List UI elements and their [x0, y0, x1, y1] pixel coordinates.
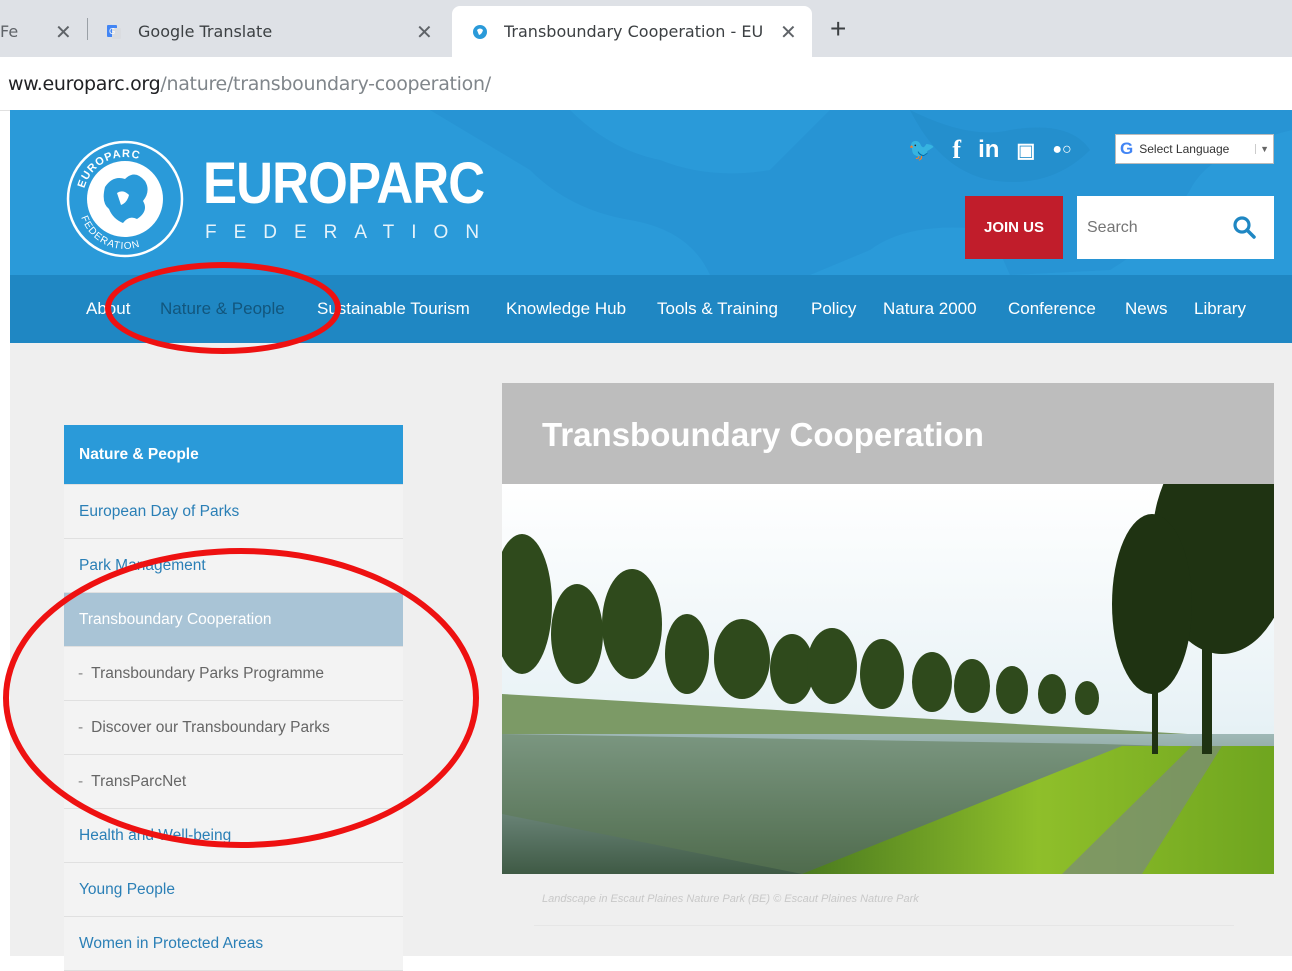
- content-area: Nature & People European Day of Parks Pa…: [10, 343, 1292, 971]
- sidebar-subitem-discover-transboundary-parks[interactable]: - Discover our Transboundary Parks: [64, 701, 403, 755]
- twitter-icon[interactable]: 🐦: [908, 137, 935, 163]
- sidebar-subitem-label: Discover our Transboundary Parks: [91, 718, 330, 736]
- sidebar-item-transboundary-cooperation[interactable]: Transboundary Cooperation: [64, 593, 403, 647]
- sidebar-item-european-day-of-parks[interactable]: European Day of Parks: [64, 485, 403, 539]
- nav-item-natura-2000[interactable]: Natura 2000: [883, 299, 977, 319]
- nav-item-sustainable-tourism[interactable]: Sustainable Tourism: [317, 299, 470, 319]
- tab-2-title: Google Translate: [138, 22, 273, 41]
- tab-1-close-icon[interactable]: ✕: [55, 20, 72, 44]
- sidebar-item-park-management[interactable]: Park Management: [64, 539, 403, 593]
- sidebar-subitem-label: TransParcNet: [91, 772, 187, 790]
- search-box: [1077, 196, 1274, 259]
- sidebar-subitem-transparcnet[interactable]: - TransParcNet: [64, 755, 403, 809]
- hero-landscape-image: [502, 484, 1274, 874]
- tab-3-close-icon[interactable]: ✕: [780, 20, 797, 44]
- europarc-globe-icon: EUROPARC FEDERATION: [66, 140, 184, 258]
- youtube-icon[interactable]: ▣: [1016, 138, 1035, 163]
- linkedin-icon[interactable]: in: [978, 136, 999, 164]
- browser-tab-strip: Fe ✕ G Google Translate ✕ Transboundary …: [0, 0, 1292, 57]
- new-tab-button[interactable]: +: [830, 12, 846, 46]
- language-select-label: Select Language: [1139, 142, 1230, 156]
- sidebar-item-nature-people[interactable]: Nature & People: [64, 425, 403, 485]
- sidebar-item-young-people[interactable]: Young People: [64, 863, 403, 917]
- page-title: Transboundary Cooperation: [542, 416, 984, 453]
- facebook-icon[interactable]: f: [952, 135, 961, 165]
- browser-tab-3[interactable]: Transboundary Cooperation - EU ✕: [452, 6, 812, 57]
- google-g-icon: G: [1120, 139, 1134, 158]
- sub-dash: -: [78, 664, 84, 682]
- nav-item-conference[interactable]: Conference: [1008, 299, 1096, 319]
- brand-name[interactable]: EUROPARC: [203, 150, 485, 217]
- nav-item-tools-training[interactable]: Tools & Training: [657, 299, 778, 319]
- dropdown-arrow-icon: ▼: [1255, 144, 1269, 154]
- url-host: ww.europarc.org: [8, 73, 161, 95]
- join-us-button[interactable]: JOIN US: [965, 196, 1063, 259]
- sub-dash: -: [78, 718, 84, 736]
- nav-item-policy[interactable]: Policy: [811, 299, 856, 319]
- language-select[interactable]: G Select Language ▼: [1115, 134, 1274, 164]
- main-nav: About Nature & People Sustainable Touris…: [10, 275, 1292, 343]
- nav-item-knowledge-hub[interactable]: Knowledge Hub: [506, 299, 626, 319]
- tab-separator: [87, 18, 88, 40]
- search-icon[interactable]: [1232, 215, 1256, 239]
- caption-divider: [534, 925, 1234, 926]
- url-text[interactable]: ww.europarc.org/nature/transboundary-coo…: [8, 73, 491, 95]
- sidebar-subitem-transboundary-parks-programme[interactable]: - Transboundary Parks Programme: [64, 647, 403, 701]
- nav-item-nature-people[interactable]: Nature & People: [160, 299, 285, 319]
- flickr-icon[interactable]: ●○: [1052, 141, 1071, 159]
- google-translate-icon: G: [107, 24, 121, 39]
- europarc-favicon-icon: [473, 24, 487, 39]
- svg-text:G: G: [109, 27, 115, 36]
- sidebar-item-health-wellbeing[interactable]: Health and Well-being: [64, 809, 403, 863]
- nav-item-about[interactable]: About: [86, 299, 130, 319]
- page-title-bar: Transboundary Cooperation: [502, 383, 1274, 484]
- browser-tab-1[interactable]: Fe ✕: [0, 6, 80, 57]
- address-bar[interactable]: ww.europarc.org/nature/transboundary-coo…: [0, 57, 1292, 111]
- browser-tab-2[interactable]: G Google Translate ✕: [90, 6, 445, 57]
- brand-subtitle: FEDERATION: [205, 222, 497, 243]
- image-caption: Landscape in Escaut Plaines Nature Park …: [542, 893, 919, 905]
- europarc-logo[interactable]: EUROPARC FEDERATION: [65, 139, 185, 259]
- sidebar-subitem-label: Transboundary Parks Programme: [91, 664, 325, 682]
- tab-2-close-icon[interactable]: ✕: [416, 20, 433, 44]
- nav-item-library[interactable]: Library: [1194, 299, 1246, 319]
- sidebar-menu: Nature & People European Day of Parks Pa…: [64, 425, 403, 971]
- tab-1-title: Fe: [0, 22, 19, 41]
- article: Transboundary Cooperation Landscape in E…: [502, 383, 1274, 926]
- sub-dash: -: [78, 772, 84, 790]
- search-input[interactable]: [1077, 196, 1237, 259]
- url-path: /nature/transboundary-cooperation/: [160, 73, 491, 95]
- sidebar-item-women-protected-areas[interactable]: Women in Protected Areas: [64, 917, 403, 971]
- social-links: 🐦 f in ▣ ●○: [908, 134, 1089, 166]
- nav-item-news[interactable]: News: [1125, 299, 1168, 319]
- tab-3-title: Transboundary Cooperation - EU: [504, 22, 764, 41]
- site-header: EUROPARC FEDERATION EUROPARC FEDERATION …: [10, 110, 1292, 275]
